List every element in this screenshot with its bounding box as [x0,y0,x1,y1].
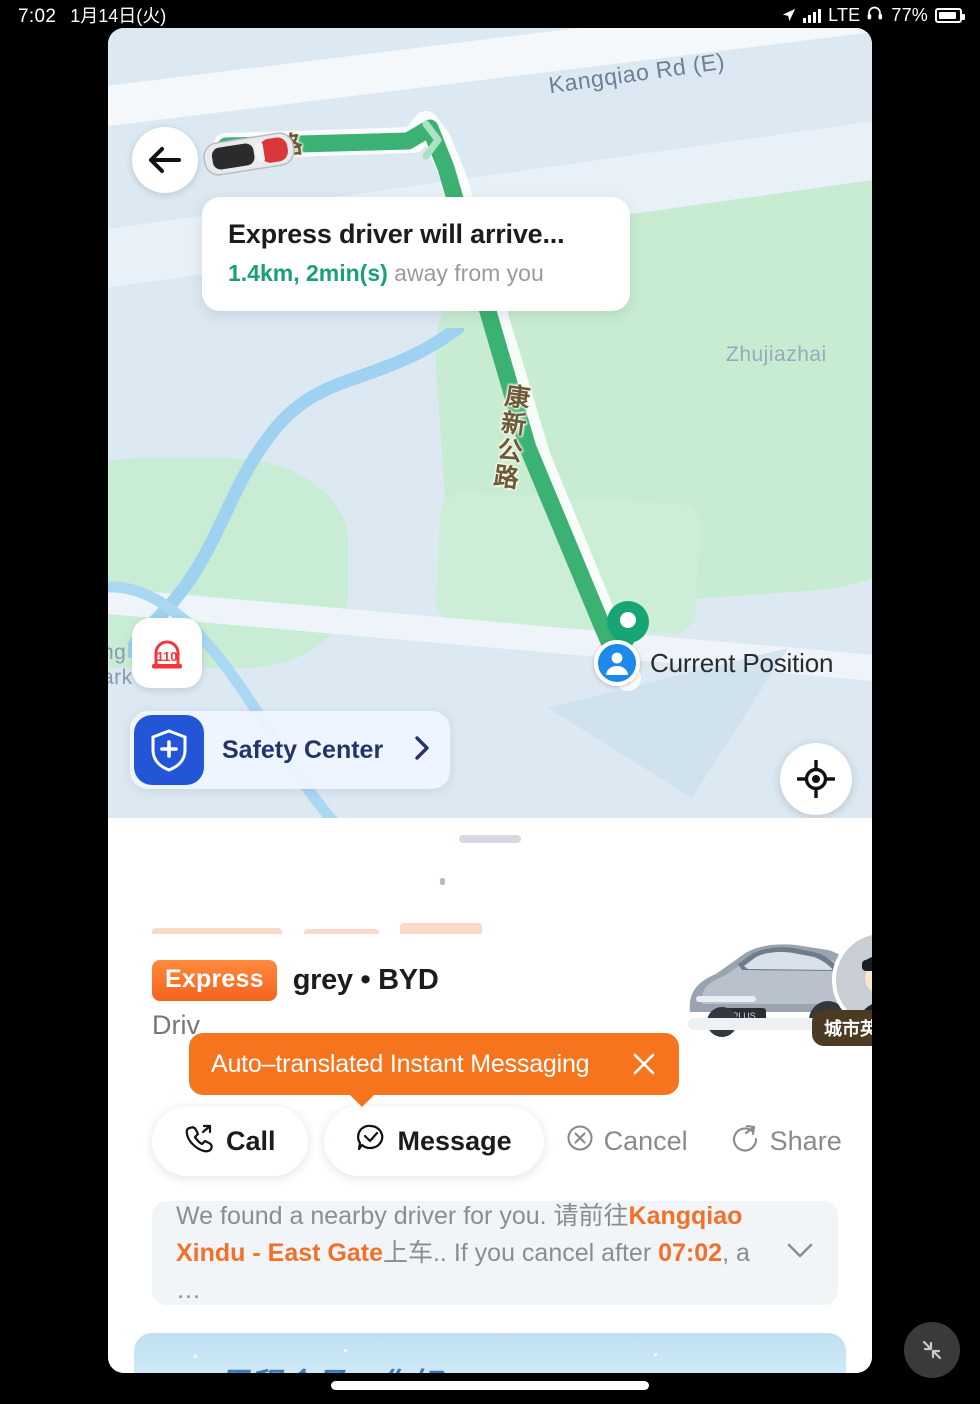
x-circle-icon [566,1124,594,1159]
message-label: Message [397,1125,512,1156]
status-bar-left: 7:02 1月14日(火) [18,2,166,28]
recenter-button[interactable] [780,743,852,815]
eta-separator: , [293,260,306,286]
share-label: Share [769,1125,842,1156]
chevron-down-icon[interactable] [786,1242,814,1265]
current-position-label: Current Position [650,647,834,678]
home-indicator[interactable] [331,1381,649,1390]
cancel-button[interactable]: Cancel [544,1124,710,1159]
sheet-drag-handle[interactable] [459,835,521,843]
vehicle-description: grey • BYD [292,964,439,996]
status-time: 7:02 [18,6,57,27]
call-label: Call [226,1125,276,1156]
action-buttons-row: Call Message Cancel Share [152,1106,842,1176]
siren-110-icon: 110 [152,640,182,669]
navigation-arrow-icon [782,8,796,22]
phone-call-icon [184,1123,214,1160]
sheet-decor-dot [440,878,445,885]
chat-bubble-icon [356,1123,386,1160]
auto-translate-tooltip[interactable]: Auto–translated Instant Messaging [189,1033,679,1095]
collapse-floating-button[interactable] [904,1322,960,1378]
share-icon [732,1124,760,1159]
phone-screen: 7:02 1月14日(火) LTE 77% Kangqiao Rd (E) Zh… [0,0,980,1404]
notice-text: We found a nearby driver for you. 请前往Kan… [176,1198,786,1309]
status-bar: 7:02 1月14日(火) LTE 77% [0,0,980,30]
bottom-sheet[interactable]: Express grey • BYD Driv PLUS 城市英 Auto–tr… [108,818,872,1373]
safety-center-label: Safety Center [222,735,384,764]
map-label-partial: ngark [108,641,133,689]
notice-cancel-time: 07:02 [658,1238,723,1267]
order-notice-banner[interactable]: We found a nearby driver for you. 请前往Kan… [152,1201,838,1305]
eta-distance: 1.4km [228,260,294,286]
back-button[interactable] [132,127,198,193]
notice-part2: 上车.. If you cancel after [382,1238,659,1267]
message-button[interactable]: Message [323,1106,544,1176]
tooltip-pointer [348,1093,376,1107]
safety-center-button[interactable]: Safety Center [130,711,450,789]
eta-suffix: away from you [387,260,544,286]
membership-banner[interactable]: V1 里程会员，你好 [134,1333,846,1373]
close-x-icon[interactable] [629,1049,659,1079]
eta-minutes: 2min(s) [306,260,388,286]
cancel-label: Cancel [603,1125,688,1156]
collapse-arrows-icon [922,1340,942,1360]
user-avatar-icon [594,640,640,686]
shield-icon [134,715,204,785]
chevron-right-icon [414,735,430,766]
ride-hailing-app: Kangqiao Rd (E) Zhujiazhai 康新公路 东路 ngark… [108,28,872,1373]
driver-hero-badge: 城市英雄 [812,1010,872,1046]
network-type: LTE [828,4,861,25]
decor-fade-bars [152,918,482,934]
battery-icon [935,7,965,23]
status-date: 1月14日(火) [70,6,167,26]
map-view[interactable]: Kangqiao Rd (E) Zhujiazhai 康新公路 东路 ngark… [108,28,872,818]
back-arrow-icon [149,147,181,173]
share-button[interactable]: Share [710,1124,864,1159]
headphone-icon [867,5,884,25]
emergency-110-button[interactable]: 110 [132,618,202,688]
service-type-badge: Express [152,960,277,1001]
current-position-marker: Current Position [594,601,834,686]
membership-title: V1 里程会员，你好 [168,1359,442,1373]
vehicle-line: Express grey • BYD [152,960,439,1001]
signal-bars-icon [803,8,822,23]
tooltip-text: Auto–translated Instant Messaging [211,1049,590,1078]
eta-card[interactable]: Express driver will arrive... 1.4km, 2mi… [202,197,630,311]
map-label-area: Zhujiazhai [726,343,827,366]
battery-percent: 77% [891,4,928,25]
eta-subtitle: 1.4km, 2min(s) away from you [228,260,604,287]
svg-text:110: 110 [157,649,178,664]
driver-avatar[interactable]: 城市英雄 [812,934,872,1046]
eta-title: Express driver will arrive... [228,219,565,249]
status-bar-right: LTE 77% [782,4,965,26]
crosshair-target-icon [797,760,835,798]
notice-part1: We found a nearby driver for you. 请前往 [176,1201,629,1230]
call-button[interactable]: Call [152,1106,308,1176]
